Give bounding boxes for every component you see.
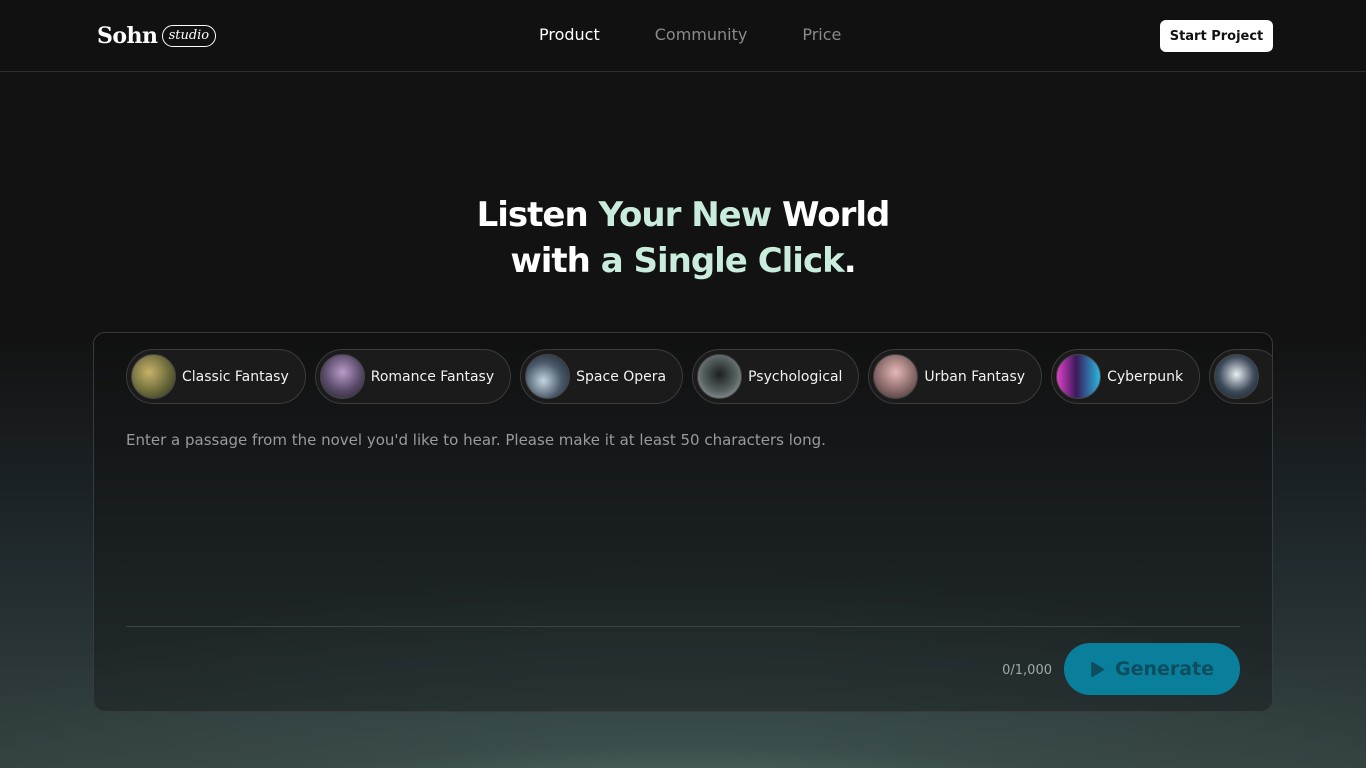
logo-wordmark: Sohn (97, 23, 158, 49)
nav-community[interactable]: Community (655, 24, 748, 46)
divider (126, 626, 1240, 627)
genre-thumbnail (1214, 354, 1260, 399)
genre-chip-cyberpunk[interactable]: Cyberpunk (1051, 349, 1201, 404)
genre-chip-label: Cyberpunk (1107, 368, 1184, 385)
logo-studio-badge: studio (161, 25, 217, 47)
genre-chip-partial[interactable] (1209, 349, 1272, 404)
generate-button[interactable]: Generate (1064, 643, 1240, 695)
hero-line2-a: with (510, 241, 601, 281)
genre-chip-label: Space Opera (576, 368, 667, 385)
play-icon (1091, 661, 1105, 677)
hero-line1-a: Listen (476, 195, 599, 235)
genre-chip-label: Classic Fantasy (182, 368, 289, 385)
main-nav: Product Community Price (539, 24, 841, 46)
genre-chip-psychological[interactable]: Psychological (692, 349, 860, 404)
hero-title: Listen Your New World with a Single Clic… (0, 192, 1366, 284)
genre-chip-label: Romance Fantasy (370, 368, 495, 385)
genre-thumbnail (319, 354, 365, 399)
hero-line2-highlight: a Single Click (600, 241, 845, 281)
genre-thumbnail (131, 354, 176, 399)
hero-line1-c: World (771, 195, 890, 235)
genre-thumbnail (873, 354, 919, 399)
genre-chip-list[interactable]: Classic Fantasy Romance Fantasy Space Op… (126, 349, 1272, 405)
top-nav-bar: Sohn studio Product Community Price Star… (0, 0, 1366, 72)
genre-chip-urban-fantasy[interactable]: Urban Fantasy (868, 349, 1043, 404)
genre-thumbnail (1056, 354, 1102, 399)
hero: Listen Your New World with a Single Clic… (0, 192, 1366, 284)
start-project-button[interactable]: Start Project (1160, 20, 1273, 52)
genre-thumbnail (525, 354, 571, 399)
logo[interactable]: Sohn studio (97, 23, 217, 49)
genre-thumbnail (697, 354, 743, 399)
passage-input[interactable] (126, 429, 1240, 609)
genre-chip-space-opera[interactable]: Space Opera (520, 349, 684, 404)
nav-product[interactable]: Product (539, 24, 600, 46)
hero-line2-c: . (843, 241, 857, 281)
nav-price[interactable]: Price (802, 24, 841, 46)
hero-line1-highlight: Your New (598, 195, 773, 235)
genre-chip-classic-fantasy[interactable]: Classic Fantasy (126, 349, 306, 404)
character-counter: 0/1,000 (1002, 663, 1052, 678)
genre-chip-label: Urban Fantasy (924, 368, 1026, 385)
generator-panel: Classic Fantasy Romance Fantasy Space Op… (93, 332, 1273, 712)
genre-chip-label: Psychological (748, 368, 843, 385)
genre-chip-romance-fantasy[interactable]: Romance Fantasy (314, 349, 512, 404)
generate-label: Generate (1114, 658, 1215, 680)
